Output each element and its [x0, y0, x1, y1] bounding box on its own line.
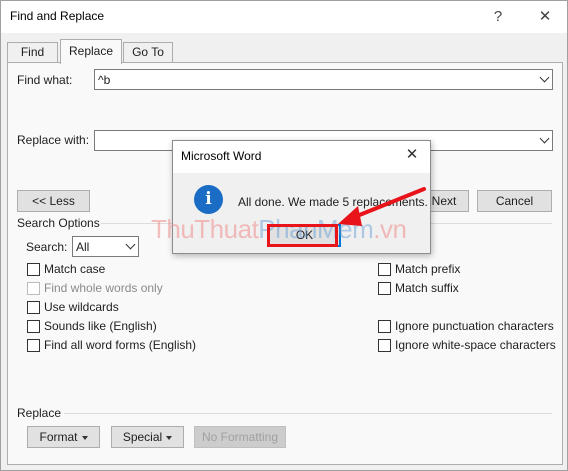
- tab-replace[interactable]: Replace: [60, 39, 122, 64]
- checkbox-box[interactable]: [27, 338, 40, 352]
- replace-section-divider: [64, 413, 552, 414]
- word-forms-label: Find all word forms (English): [44, 338, 197, 352]
- chevron-down-icon: [125, 239, 135, 250]
- checkbox-box[interactable]: [378, 262, 391, 276]
- whole-words-label: Find whole words only: [44, 281, 163, 295]
- replace-with-label: Replace with:: [17, 133, 90, 147]
- checkbox-box[interactable]: [27, 281, 40, 295]
- match-prefix-label: Match prefix: [395, 262, 461, 276]
- ignore-whitespace-checkbox[interactable]: Ignore white-space characters: [378, 338, 556, 352]
- tab-find[interactable]: Find: [7, 42, 58, 63]
- checkbox-box[interactable]: [378, 281, 391, 295]
- checkbox-box[interactable]: [27, 262, 40, 276]
- cancel-button[interactable]: Cancel: [477, 190, 552, 212]
- close-button[interactable]: ✕: [531, 5, 559, 29]
- watermark-part1: ThuThuat: [151, 214, 259, 244]
- format-button-label: Format: [39, 430, 78, 444]
- information-icon: i: [194, 185, 223, 214]
- title-bar: Find and Replace ? ✕: [1, 1, 567, 33]
- match-case-checkbox[interactable]: Match case: [27, 262, 105, 276]
- word-forms-checkbox[interactable]: Find all word forms (English): [27, 338, 196, 352]
- sounds-like-checkbox[interactable]: Sounds like (English): [27, 319, 157, 333]
- find-what-input[interactable]: ^b: [94, 69, 553, 90]
- message-box-title: Microsoft Word: [181, 149, 262, 163]
- search-options-heading: Search Options: [17, 216, 100, 230]
- replace-with-dropdown[interactable]: [535, 131, 552, 150]
- whole-words-checkbox[interactable]: Find whole words only: [27, 281, 163, 295]
- tab-find-label: Find: [20, 45, 45, 59]
- no-formatting-button[interactable]: No Formatting: [194, 426, 286, 448]
- window-title: Find and Replace: [10, 9, 105, 23]
- ignore-whitespace-label: Ignore white-space characters: [395, 338, 556, 352]
- tab-goto[interactable]: Go To: [123, 42, 173, 63]
- ignore-punctuation-label: Ignore punctuation characters: [395, 319, 554, 333]
- match-suffix-label: Match suffix: [395, 281, 459, 295]
- chevron-down-icon: [539, 133, 549, 144]
- tab-replace-label: Replace: [68, 44, 114, 58]
- checkbox-box[interactable]: [378, 319, 391, 333]
- find-what-value: ^b: [98, 73, 111, 87]
- format-button[interactable]: Format: [27, 426, 100, 448]
- ignore-punctuation-checkbox[interactable]: Ignore punctuation characters: [378, 319, 554, 333]
- dropdown-arrow-icon: [166, 435, 173, 440]
- find-what-label: Find what:: [17, 73, 73, 87]
- chevron-down-icon: [539, 72, 549, 83]
- checkbox-box[interactable]: [378, 338, 391, 352]
- help-button[interactable]: ?: [484, 5, 512, 29]
- checkbox-box[interactable]: [27, 319, 40, 333]
- match-prefix-checkbox[interactable]: Match prefix: [378, 262, 460, 276]
- less-button[interactable]: << Less: [17, 190, 90, 212]
- search-direction-value: All: [76, 240, 90, 254]
- special-button[interactable]: Special: [111, 426, 184, 448]
- special-button-label: Special: [122, 430, 163, 444]
- checkbox-box[interactable]: [27, 300, 40, 314]
- match-case-label: Match case: [44, 262, 106, 276]
- message-box-close-button[interactable]: ✕: [400, 144, 424, 166]
- search-direction-select[interactable]: All: [72, 236, 139, 257]
- search-direction-dropdown[interactable]: [121, 237, 138, 256]
- pointer-arrow-icon: [338, 187, 426, 226]
- replace-section-heading: Replace: [17, 406, 62, 420]
- dropdown-arrow-icon: [81, 435, 88, 440]
- match-suffix-checkbox[interactable]: Match suffix: [378, 281, 459, 295]
- find-what-dropdown[interactable]: [535, 70, 552, 89]
- use-wildcards-label: Use wildcards: [44, 300, 119, 314]
- use-wildcards-checkbox[interactable]: Use wildcards: [27, 300, 119, 314]
- sounds-like-label: Sounds like (English): [44, 319, 157, 333]
- tab-goto-label: Go To: [132, 45, 164, 59]
- search-direction-label: Search:: [26, 240, 68, 254]
